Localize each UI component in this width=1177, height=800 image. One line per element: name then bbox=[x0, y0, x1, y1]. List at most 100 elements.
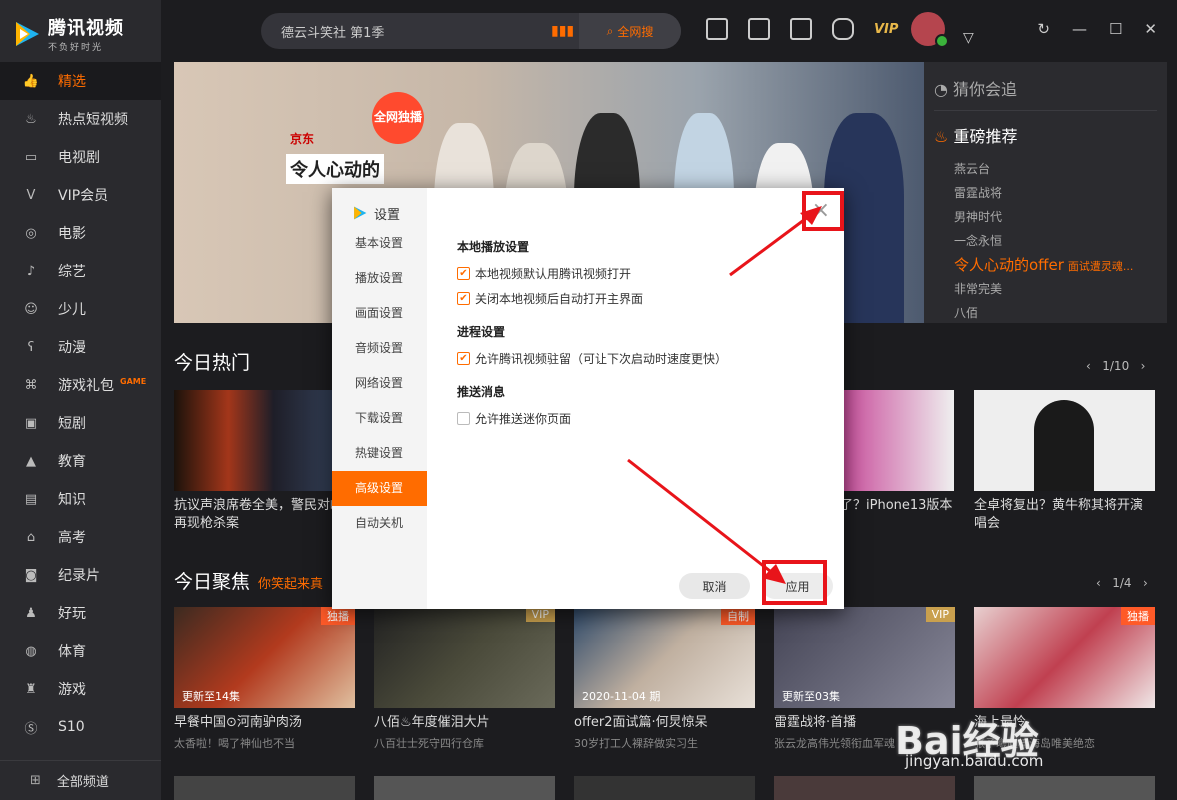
mic-icon: ♪ bbox=[26, 263, 36, 279]
hot-chart-icon[interactable]: ▮▮▮ bbox=[551, 23, 579, 39]
sidebar-item[interactable]: ⌘ 游戏礼包 GAME bbox=[0, 366, 161, 404]
sidebar-item-label: 知识 bbox=[58, 492, 86, 508]
focus-caption: 八佰♨年度催泪大片 bbox=[374, 715, 490, 730]
settings-option[interactable]: ✔ 允许腾讯视频驻留（可让下次启动时速度更快） bbox=[457, 346, 827, 371]
focus-thumb: 自制 2020-11-04 期 bbox=[574, 607, 755, 708]
game-tag: GAME bbox=[120, 376, 147, 386]
hot-card[interactable]: 了？iPhone13版本 bbox=[840, 390, 954, 515]
game-icon[interactable] bbox=[832, 18, 854, 40]
upload-icon[interactable] bbox=[706, 18, 728, 40]
sidebar-item-label: 热点短视频 bbox=[58, 112, 128, 128]
sidebar-item[interactable]: ◙ 纪录片 bbox=[0, 556, 161, 594]
settings-dialog: 设置 基本设置 播放设置 画面设置 音频设置 网络设置 下载设置 热键设置 高级设置 自动关机 … bbox=[332, 188, 844, 609]
settings-nav-item[interactable]: 画面设置 bbox=[332, 296, 427, 331]
sidebar-item-label: VIP会员 bbox=[58, 188, 109, 204]
recommend-item[interactable]: 雷霆战将 bbox=[934, 181, 1157, 205]
maximize-icon[interactable]: ☐ bbox=[1109, 20, 1122, 38]
settings-nav-item[interactable]: 高级设置 bbox=[332, 471, 427, 506]
all-channels-button[interactable]: ⊞ 全部频道 bbox=[0, 760, 161, 800]
recommend-item[interactable]: 燕云台 bbox=[934, 157, 1157, 181]
sidebar-item[interactable]: ▤ 知识 bbox=[0, 480, 161, 518]
sidebar-item[interactable]: ▲ 教育 bbox=[0, 442, 161, 480]
vip-icon: V bbox=[26, 187, 36, 203]
avatar[interactable] bbox=[911, 12, 949, 48]
checkbox-checked-icon[interactable]: ✔ bbox=[457, 292, 470, 305]
settings-nav: 设置 基本设置 播放设置 画面设置 音频设置 网络设置 下载设置 热键设置 高级设置 自动关机 bbox=[332, 188, 427, 609]
recommend-item[interactable]: 令人心动的offer 面试遭灵魂... bbox=[934, 253, 1157, 277]
sidebar-item[interactable]: V VIP会员 bbox=[0, 176, 161, 214]
search-box[interactable]: 德云斗笑社 第1季 ▮▮▮ ⌕ 全网搜 bbox=[261, 13, 681, 49]
search-input[interactable]: 德云斗笑社 第1季 bbox=[261, 22, 551, 41]
settings-nav-item[interactable]: 下载设置 bbox=[332, 401, 427, 436]
focus-card[interactable]: VIP 八佰♨年度催泪大片 八百壮士死守四行仓库 bbox=[374, 607, 555, 751]
settings-nav-item[interactable]: 网络设置 bbox=[332, 366, 427, 401]
close-window-icon[interactable]: ✕ bbox=[1144, 20, 1157, 38]
sidebar-item[interactable]: ☺ 少儿 bbox=[0, 290, 161, 328]
sidebar-item[interactable]: ◎ 电影 bbox=[0, 214, 161, 252]
app-name: 腾讯视频 bbox=[48, 18, 124, 39]
checkbox-unchecked-icon[interactable] bbox=[457, 412, 470, 425]
next-row-peek bbox=[174, 776, 1155, 800]
sidebar-item[interactable]: ◍ 体育 bbox=[0, 632, 161, 670]
settings-nav-item[interactable]: 热键设置 bbox=[332, 436, 427, 471]
recommend-item[interactable]: 一念永恒 bbox=[934, 229, 1157, 253]
sidebar-item-label: 游戏 bbox=[58, 682, 86, 698]
focus-card[interactable]: 独播 更新至14集 早餐中国⊙河南驴肉汤 太香啦！喝了神仙也不当 bbox=[174, 607, 355, 751]
focus-pager[interactable]: ‹ 1/4 › bbox=[1096, 576, 1148, 590]
sidebar-item-label: 游戏礼包 bbox=[58, 378, 114, 394]
checkbox-checked-icon[interactable]: ✔ bbox=[457, 352, 470, 365]
sidebar-item[interactable]: ♨ 热点短视频 bbox=[0, 100, 161, 138]
focus-pager-label: 1/4 bbox=[1112, 576, 1132, 590]
recommend-item[interactable]: 八佰 bbox=[934, 301, 1157, 325]
recommend-item[interactable]: 男神时代 bbox=[934, 205, 1157, 229]
grid-icon: ⊞ bbox=[30, 773, 41, 788]
clip-icon: ▣ bbox=[24, 415, 38, 431]
watermark-url: jingyan.baidu.com bbox=[905, 752, 1044, 770]
sidebar-item[interactable]: ♜ 游戏 bbox=[0, 670, 161, 708]
sidebar-item[interactable]: ▣ 短剧 bbox=[0, 404, 161, 442]
sidebar-item[interactable]: 👍 精选 bbox=[0, 62, 161, 100]
settings-group: 进程设置 ✔ 允许腾讯视频驻留（可让下次启动时速度更快） bbox=[457, 323, 827, 371]
focus-thumb: 独播 bbox=[974, 607, 1155, 708]
settings-option[interactable]: ✔ 本地视频默认用腾讯视频打开 bbox=[457, 261, 827, 286]
hot-pager[interactable]: ‹ 1/10 › bbox=[1086, 359, 1145, 373]
minimize-icon[interactable]: — bbox=[1072, 20, 1087, 38]
book-icon: ▤ bbox=[24, 491, 38, 507]
download-icon[interactable] bbox=[790, 18, 812, 40]
recommend-item-sub: 面试遭灵魂... bbox=[1067, 260, 1134, 273]
search-all-button[interactable]: ⌕ 全网搜 bbox=[579, 13, 681, 49]
sidebar-item[interactable]: ⌂ 高考 bbox=[0, 518, 161, 556]
recommend-item[interactable]: 非常完美 bbox=[934, 277, 1157, 301]
joystick-icon: ♟ bbox=[25, 605, 37, 621]
vip-level-icon[interactable]: ▽ bbox=[963, 30, 974, 46]
refresh-icon[interactable]: ↻ bbox=[1037, 20, 1050, 38]
settings-option[interactable]: 允许推送迷你页面 bbox=[457, 406, 827, 431]
sidebar-item[interactable]: ♪ 综艺 bbox=[0, 252, 161, 290]
cancel-button[interactable]: 取消 bbox=[679, 573, 750, 599]
settings-option[interactable]: ✔ 关闭本地视频后自动打开主界面 bbox=[457, 286, 827, 311]
vip-button[interactable]: VIP bbox=[874, 22, 898, 37]
settings-nav-item[interactable]: 基本设置 bbox=[332, 226, 427, 261]
settings-nav-item[interactable]: 播放设置 bbox=[332, 261, 427, 296]
sidebar-item[interactable]: ♟ 好玩 bbox=[0, 594, 161, 632]
settings-nav-item[interactable]: 音频设置 bbox=[332, 331, 427, 366]
camera-icon: ◙ bbox=[24, 567, 38, 583]
sidebar-item[interactable]: Ⓢ S10 bbox=[0, 708, 161, 746]
settings-group-title: 推送消息 bbox=[457, 385, 506, 399]
app-logo[interactable]: 腾讯视频 不负好时光 bbox=[12, 14, 124, 53]
sponsor-label: 京东 bbox=[290, 132, 315, 146]
hot-card[interactable]: 全卓将复出？黄牛称其将开演唱会 bbox=[974, 390, 1155, 533]
guess-you-like[interactable]: ◔ 猜你会追 bbox=[934, 76, 1157, 111]
apply-highlight-box bbox=[762, 560, 827, 605]
sidebar-item[interactable]: ▭ 电视剧 bbox=[0, 138, 161, 176]
sidebar-item[interactable]: ʕ 动漫 bbox=[0, 328, 161, 366]
hot-pager-label: 1/10 bbox=[1102, 359, 1130, 373]
recommend-item-label: 八佰 bbox=[954, 306, 979, 320]
hot-card[interactable]: 抗议声浪席卷全美，警民对峙再现枪杀案 bbox=[174, 390, 355, 533]
checkbox-checked-icon[interactable]: ✔ bbox=[457, 267, 470, 280]
history-icon[interactable] bbox=[748, 18, 770, 40]
eye-icon: ◔ bbox=[934, 80, 954, 99]
hot-today-title: 今日热门 bbox=[174, 352, 251, 374]
focus-card[interactable]: 自制 2020-11-04 期 offer2面试篇·何炅惊呆 30岁打工人裸辞做实习生 bbox=[574, 607, 755, 751]
settings-nav-item[interactable]: 自动关机 bbox=[332, 506, 427, 541]
